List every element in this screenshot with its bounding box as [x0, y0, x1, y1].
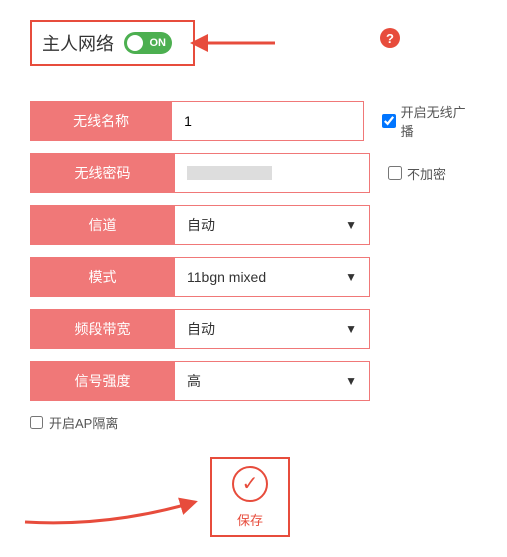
chevron-down-icon: ▼	[345, 270, 357, 284]
noencrypt-checkbox[interactable]	[388, 166, 402, 180]
label-channel: 信道	[30, 205, 175, 245]
mode-value: 11bgn mixed	[187, 269, 266, 285]
signal-value: 高	[187, 371, 201, 391]
master-network-toggle[interactable]: ON	[124, 32, 172, 54]
input-wrap-password	[175, 153, 370, 193]
broadcast-label: 开启无线广播	[401, 102, 477, 140]
password-mask	[187, 166, 272, 180]
label-bandwidth: 频段带宽	[30, 309, 175, 349]
noencrypt-label: 不加密	[407, 164, 446, 183]
page-title: 主人网络	[42, 30, 114, 56]
save-label: 保存	[237, 510, 263, 529]
annotation-arrow-bottom	[20, 492, 210, 532]
bandwidth-select[interactable]: 自动 ▼	[175, 309, 370, 349]
label-password: 无线密码	[30, 153, 175, 193]
mode-select[interactable]: 11bgn mixed ▼	[175, 257, 370, 297]
chevron-down-icon: ▼	[345, 322, 357, 336]
toggle-knob	[127, 35, 143, 51]
header-box: 主人网络 ON	[30, 20, 195, 66]
row-ssid: 无线名称 开启无线广播	[30, 101, 477, 141]
signal-select[interactable]: 高 ▼	[175, 361, 370, 401]
annotation-arrow-top	[200, 35, 280, 60]
check-icon: ✓	[232, 466, 268, 502]
row-bandwidth: 频段带宽 自动 ▼	[30, 309, 477, 349]
toggle-on-label: ON	[150, 37, 167, 49]
help-icon[interactable]: ?	[380, 28, 400, 48]
bandwidth-value: 自动	[187, 319, 215, 339]
channel-value: 自动	[187, 215, 215, 235]
noencrypt-option[interactable]: 不加密	[388, 164, 446, 183]
channel-select[interactable]: 自动 ▼	[175, 205, 370, 245]
label-mode: 模式	[30, 257, 175, 297]
broadcast-checkbox[interactable]	[382, 114, 396, 128]
row-password: 无线密码 不加密	[30, 153, 477, 193]
chevron-down-icon: ▼	[345, 374, 357, 388]
ssid-input[interactable]	[184, 113, 351, 129]
ap-isolation-checkbox[interactable]	[30, 416, 43, 429]
row-signal: 信号强度 高 ▼	[30, 361, 477, 401]
row-channel: 信道 自动 ▼	[30, 205, 477, 245]
input-wrap-ssid	[172, 101, 364, 141]
broadcast-option[interactable]: 开启无线广播	[382, 102, 477, 140]
ap-isolation-option[interactable]: 开启AP隔离	[30, 413, 477, 432]
ap-isolation-label: 开启AP隔离	[49, 413, 118, 432]
form: 无线名称 开启无线广播 无线密码 不加密 信道 自动 ▼ 模式 11bgn mi…	[30, 101, 477, 432]
label-ssid: 无线名称	[30, 101, 172, 141]
chevron-down-icon: ▼	[345, 218, 357, 232]
row-mode: 模式 11bgn mixed ▼	[30, 257, 477, 297]
save-button[interactable]: ✓ 保存	[210, 457, 290, 537]
label-signal: 信号强度	[30, 361, 175, 401]
